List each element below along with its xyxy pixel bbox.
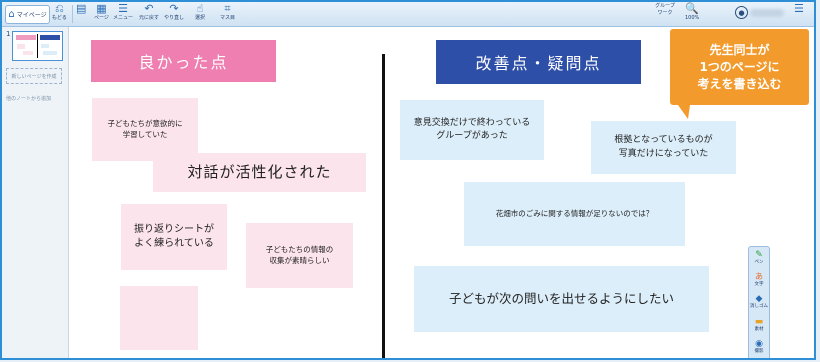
user-avatar-icon[interactable]: ● <box>735 6 748 19</box>
page-thumbnail[interactable] <box>12 31 63 61</box>
add-from-other-note-link[interactable]: 他のノートから追加 <box>6 95 51 102</box>
pink-sticky-note[interactable] <box>120 286 198 350</box>
eraser-icon: ◆ <box>755 294 763 304</box>
grid-button[interactable]: ⌗ マス目 <box>220 3 235 25</box>
callout-line: 考えを書き込む <box>697 76 782 91</box>
toolbar-divider <box>72 5 73 23</box>
callout-line: 先生同士が <box>709 42 770 57</box>
new-page-button[interactable]: 新しいページを作成 <box>6 68 62 84</box>
blue-sticky-note[interactable]: 子どもが次の問いを出せるようにしたい <box>414 266 709 332</box>
page-number: 1 <box>6 30 11 38</box>
undo-button[interactable]: ↶ 元に戻す <box>139 3 159 25</box>
home-icon: ⌂ <box>8 9 15 20</box>
callout-pointer <box>678 105 690 119</box>
back-button[interactable]: ⎌ もどる <box>52 3 67 25</box>
text-tool-button[interactable]: あ 文字 <box>749 272 769 288</box>
select-button[interactable]: ☝ 選択 <box>195 3 205 25</box>
thumb-pink-note <box>17 44 25 49</box>
pink-sticky-note[interactable]: 子どもたちが意欲的に 学習していた <box>92 98 198 161</box>
redo-icon: ↷ <box>169 2 179 15</box>
pen-tool-button[interactable]: ✎ ペン <box>749 250 769 266</box>
grid-icon: ⌗ <box>224 2 231 15</box>
improvement-points-heading[interactable]: 改善点・疑問点 <box>436 40 641 84</box>
undo-icon: ↶ <box>144 2 154 15</box>
camera-tool-button[interactable]: ◉ 撮影 <box>749 339 769 355</box>
pink-sticky-note[interactable]: 対話が活性化された <box>153 153 366 192</box>
material-icon: ▬ <box>754 317 764 327</box>
thumb-blue-note <box>41 44 49 48</box>
pen-icon: ✎ <box>755 250 763 260</box>
toolbar: ⌂ マイページ ⎌ もどる ▤ ▦ ページ ☰ メニュー ↶ 元に戻す ↷ やり… <box>2 2 814 27</box>
pink-sticky-note[interactable]: 子どもたちの情報の 収集が素晴らしい <box>246 223 353 288</box>
zoom-icon: 🔍 <box>685 2 699 15</box>
camera-icon: ◉ <box>755 339 763 349</box>
center-divider-line[interactable] <box>382 54 385 358</box>
eraser-tool-button[interactable]: ◆ 消しゴム <box>749 294 769 310</box>
menu-icon: ☰ <box>118 2 128 15</box>
user-name <box>750 9 784 17</box>
blue-sticky-note[interactable]: 根拠となっているものが 写真だけになっていた <box>591 121 736 174</box>
app-window: ⌂ マイページ ⎌ もどる ▤ ▦ ページ ☰ メニュー ↶ 元に戻す ↷ やり… <box>0 0 816 360</box>
settings-menu-button[interactable]: ☰ <box>794 3 804 25</box>
pink-sticky-note[interactable]: 振り返りシートが よく練られている <box>121 204 227 270</box>
thumb-blue-heading <box>40 35 60 40</box>
hamburger-menu-icon: ☰ <box>794 2 804 15</box>
note-canvas[interactable]: 良かった点 改善点・疑問点 子どもたちが意欲的に 学習していた 対話が活性化され… <box>69 27 814 358</box>
redo-button[interactable]: ↷ やり直し <box>164 3 184 25</box>
page-sidebar: 1 新しいページを作成 他のノートから追加 <box>2 27 69 358</box>
material-tool-button[interactable]: ▬ 素材 <box>749 317 769 333</box>
blue-sticky-note[interactable]: 花畑市のごみに関する情報が足りないのでは？ <box>464 182 685 246</box>
page-icon: ▦ <box>96 2 107 15</box>
text-icon: あ <box>755 272 763 281</box>
thumb-pink-heading <box>16 35 36 40</box>
group-work-button[interactable]: グループワーク <box>654 3 676 25</box>
mypage-button[interactable]: ⌂ マイページ <box>5 5 50 24</box>
drawing-tools-panel: ✎ ペン あ 文字 ◆ 消しゴム ▬ 素材 ◉ 撮影 <box>748 246 770 358</box>
blue-sticky-note[interactable]: 意見交換だけで終わっている グループがあった <box>400 100 544 160</box>
thumb-pink-note <box>23 51 33 55</box>
hand-pointer-icon: ☝ <box>196 2 204 15</box>
annotation-callout: 先生同士が 1つのページに 考えを書き込む <box>670 29 809 105</box>
page-button[interactable]: ▦ ページ <box>94 3 109 25</box>
page-list-icon: ▤ <box>76 2 87 15</box>
thumb-divider <box>37 34 38 58</box>
page-list-button[interactable]: ▤ <box>76 3 86 25</box>
callout-line: 1つのページに <box>699 59 780 74</box>
thumb-blue-note <box>43 51 57 55</box>
zoom-button[interactable]: 🔍 100% <box>685 3 699 25</box>
back-icon: ⎌ <box>55 2 64 15</box>
menu-button[interactable]: ☰ メニュー <box>113 3 133 25</box>
good-points-heading[interactable]: 良かった点 <box>91 40 276 82</box>
